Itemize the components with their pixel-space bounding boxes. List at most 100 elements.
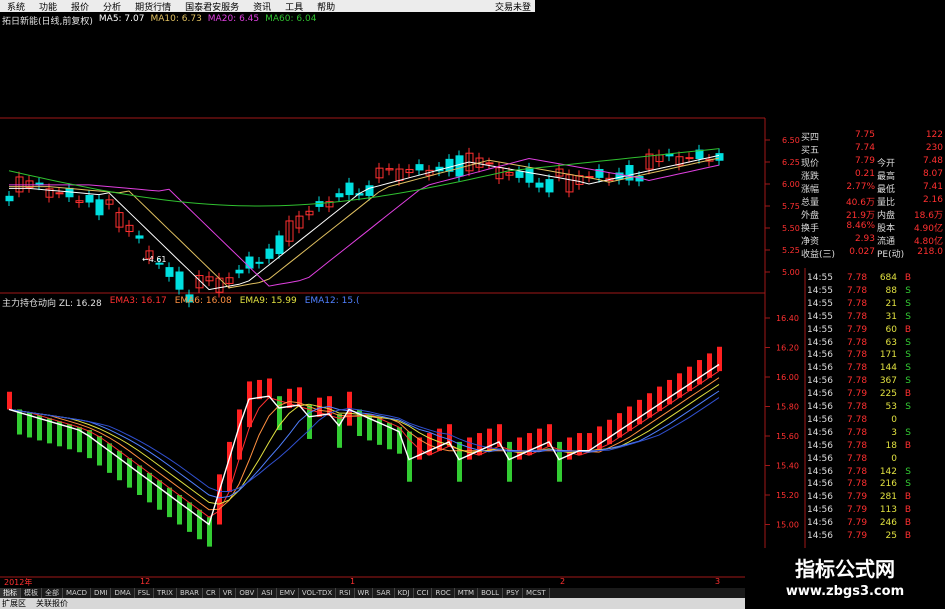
indicator-tab[interactable]: VOL-TDX [299,588,337,598]
watermark-title: 指标公式网 [795,557,895,581]
tick-side: S [905,337,911,348]
tick-price: 7.78 [847,298,868,309]
candle-body [535,182,544,188]
quote-label: 外盘 [801,211,820,221]
candle-body [85,194,94,203]
indicator-tab[interactable]: MACD [63,588,91,598]
indicator-tab[interactable]: BOLL [478,588,504,598]
status-expand-area[interactable]: 扩展区 [2,598,26,609]
indicator-tab[interactable]: RSI [336,588,355,598]
tick-price: 7.79 [847,324,868,335]
indicator-tab[interactable]: BRAR [177,588,203,598]
indicator-tab[interactable]: OBV [236,588,259,598]
indicator-tab[interactable]: MCST [523,588,550,598]
indicator-tab[interactable]: SAR [373,588,395,598]
tick-side: B [904,324,911,335]
zl-line [8,363,720,526]
indicator-tab[interactable]: WR [355,588,374,598]
tick-row: 14:56 7.78 216 S [805,479,945,490]
tick-time: 14:55 [807,311,833,322]
ma10-label: MA10: 6.73 [150,14,202,24]
quote-label: 买四 [801,133,820,143]
tick-price: 7.78 [847,376,868,387]
indicator-tab[interactable]: TRIX [154,588,177,598]
tick-time: 14:56 [807,402,833,412]
tick-volume: 88 [885,285,897,296]
quote-label-2: 内盘 [877,211,896,221]
price-title-line: 拓日新能(日线,前复权) MA5: 7.07 MA10: 6.73 MA20: … [2,14,317,27]
tick-time: 14:56 [807,337,833,348]
tick-time: 14:56 [807,440,833,451]
tick-price: 7.78 [847,479,868,490]
indicator-tab[interactable]: DMA [111,588,135,598]
quote-row: 涨幅 2.77% 最低 7.41 [765,182,945,195]
time-axis: 2012年 12 1 2 3 [0,577,745,588]
indicator-bar-up [627,406,632,431]
indicator-tab[interactable]: DMI [91,588,112,598]
tick-time: 14:56 [807,531,833,541]
tick-volume: 0 [891,414,897,425]
quote-row: 涨跌 0.21 最高 8.07 [765,169,945,182]
tick-time: 14:56 [807,466,833,477]
tick-side: S [905,479,911,490]
quote-value: 21.9万 [845,211,875,221]
indicator-tab[interactable]: EMV [277,588,299,598]
indicator-tab[interactable]: 指标 [0,588,21,598]
quote-label: 涨幅 [801,185,820,195]
quote-value: 7.79 [854,156,875,166]
indicator-title-line: 主力持仓动向 ZL: 16.28 EMA3: 16.17 EMA6: 16.08… [2,296,359,309]
time-label-1: 1 [350,577,356,586]
ema6-label: EMA6: 16.08 [174,296,232,306]
quote-value: 40.6万 [845,198,875,208]
candle-body [5,195,14,202]
indicator-tab[interactable]: VR [220,588,237,598]
indicator-tab[interactable]: CR [203,588,220,598]
quote-value: 8.46% [846,221,875,231]
tick-time: 14:55 [807,298,833,309]
indicator-tab[interactable]: PSY [503,588,524,598]
stock-name: 拓日新能(日线,前复权) [2,17,93,27]
tick-row: 14:56 7.78 53 S [805,402,945,413]
quote-value-2: 230 [925,143,943,153]
quote-label-2: 最低 [877,185,896,195]
quote-label-2: 量比 [877,198,896,208]
indicator-tab[interactable]: CCI [414,588,433,598]
indicator-bar-up [697,360,702,385]
tick-volume: 225 [879,389,897,400]
indicator-tab[interactable]: FSL [135,588,154,598]
quote-label: 收益(三) [801,250,836,260]
time-label-2: 2 [560,577,566,586]
indicator-bar-down [507,441,512,482]
tick-row: 14:55 7.78 21 S [805,299,945,310]
ma60-label: MA60: 6.04 [265,14,317,24]
tick-volume: 25 [885,531,897,541]
quote-row: 买五 7.74 230 [765,143,945,156]
quote-row: 总量 40.6万 量比 2.16 [765,195,945,208]
quote-value: 0.21 [854,169,875,179]
candle-body [545,179,554,193]
indicator-tab[interactable]: ASI [258,588,277,598]
quote-row: 买四 7.75 122 [765,130,945,143]
tick-row: 14:56 7.78 0 [805,415,945,426]
indicator-tab[interactable]: KDJ [395,588,414,598]
candle-body [415,164,424,171]
tick-row: 14:56 7.78 367 S [805,376,945,387]
watermark-url: www.zbgs3.com [785,584,905,599]
indicator-tab[interactable]: MTM [455,588,479,598]
candle-body [175,271,184,290]
tick-price: 7.78 [847,427,868,438]
tick-time: 14:55 [807,285,833,296]
tick-row: 14:56 7.78 3 S [805,428,945,439]
quote-label: 涨跌 [801,172,820,182]
indicator-tab[interactable]: 模板 [21,588,42,598]
tick-row: 14:56 7.79 113 B [805,505,945,516]
indicator-tab[interactable]: 全部 [42,588,63,598]
tick-row: 14:55 7.78 88 S [805,286,945,297]
indicator-tab[interactable]: ROC [432,588,455,598]
status-linked-quote[interactable]: 关联报价 [36,598,68,609]
indicator-bar-down [457,441,462,482]
quote-label-2: 最高 [877,172,896,182]
tick-price: 7.78 [847,311,868,322]
tick-price: 7.78 [847,350,868,361]
tick-volume: 21 [885,298,897,309]
